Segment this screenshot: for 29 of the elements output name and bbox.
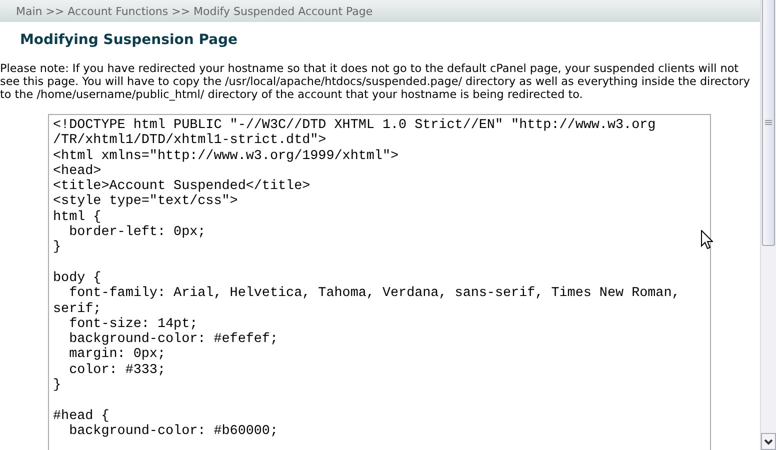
code-line: serif; (53, 302, 102, 317)
grip-icon (765, 120, 772, 126)
scroll-down-button[interactable] (761, 433, 776, 450)
code-line: background-color: #b60000; (68, 424, 279, 440)
code-line: <html xmlns="http://www.w3.org/1999/xhtml"> (53, 148, 400, 164)
code-line: font-size: 14pt; (68, 316, 199, 332)
breadcrumb: Main >> Account Functions >> Modify Suspended Account Page (16, 4, 373, 18)
code-line: <style type="text/css"> (53, 194, 239, 210)
code-line: margin: 0px; (68, 347, 166, 363)
note-text: Please note: If you have redirected your hostname so that it does not go to the default cPanel page, your suspended clients will not see this page. You will have to copy the /usr/local/apache/htdocs/suspended.page/ directory as well as everything inside the directory to the /home/username/public_html/ directory of the account that your hostname is being redirected to. (0, 62, 752, 101)
code-line: body { (53, 270, 102, 286)
code-line: html { (53, 210, 102, 225)
code-line: border-left: 0px; (68, 225, 207, 240)
code-line: /TR/xhtml1/DTD/xhtml1-strict.dtd"> (53, 133, 328, 149)
scrollbar[interactable] (760, 0, 776, 450)
code-line: background-color: #efefef; (68, 332, 279, 348)
code-line: color: #333; (68, 362, 166, 378)
page-title: Modifying Suspension Page (20, 32, 238, 48)
mouse-cursor-icon (701, 230, 713, 250)
chevron-down-icon (764, 438, 773, 444)
code-line: <title>Account Suspended</title> (53, 179, 312, 194)
code-line: } (53, 240, 62, 256)
scroll-thumb[interactable] (762, 0, 775, 246)
code-line: #head { (53, 408, 110, 424)
code-line: <!DOCTYPE html PUBLIC "-//W3C//DTD XHTML 1.0 Strict//EN" "http://www.w3.org (53, 118, 657, 133)
code-line: } (53, 378, 62, 394)
code-line: font-family: Arial, Helvetica, Tahoma, Verdana, sans-serif, Times New Roman, (68, 286, 681, 302)
code-line: <head> (53, 164, 102, 179)
code-editor[interactable] (48, 114, 711, 450)
